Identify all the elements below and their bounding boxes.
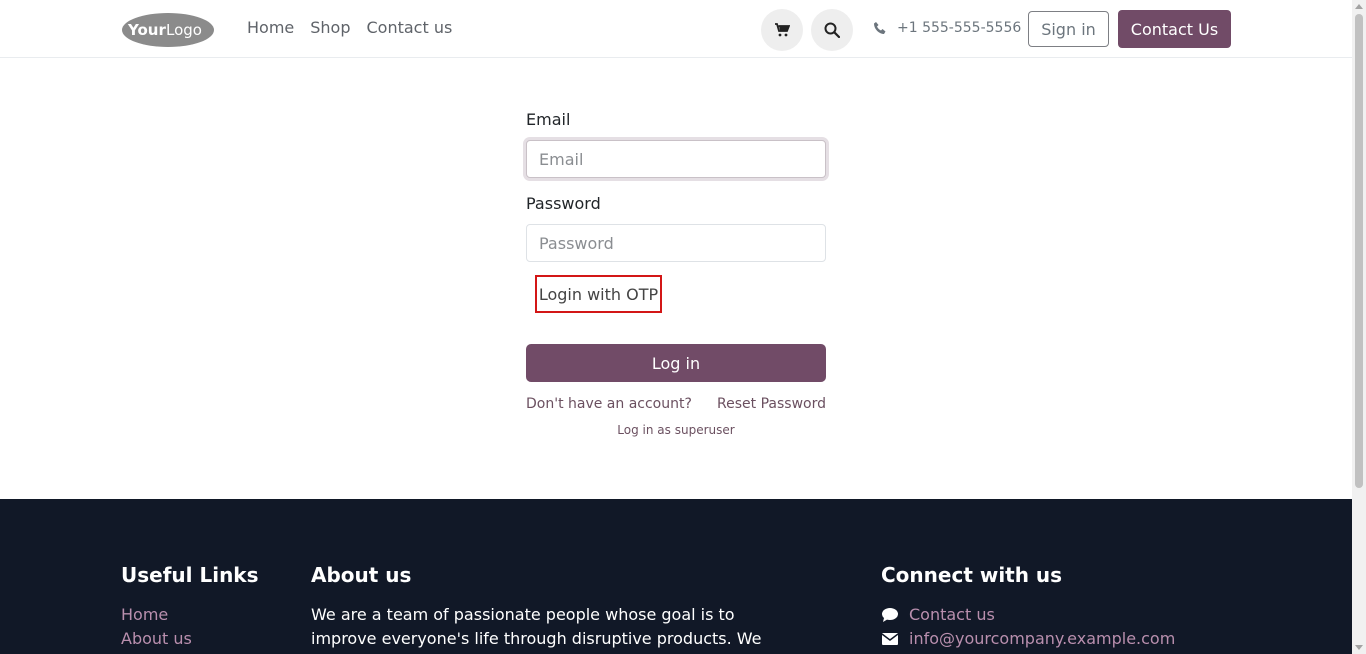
about-us-title: About us bbox=[311, 563, 412, 587]
email-input[interactable] bbox=[526, 140, 826, 178]
footer-link-about-us[interactable]: About us bbox=[121, 627, 259, 651]
login-form: Email Password bbox=[526, 108, 826, 262]
connect-contact-link[interactable]: Contact us bbox=[909, 603, 995, 627]
useful-links-title: Useful Links bbox=[121, 563, 259, 587]
cart-button[interactable] bbox=[761, 9, 803, 51]
connect-email-row[interactable]: info@yourcompany.example.com bbox=[881, 627, 1175, 651]
footer-link-home[interactable]: Home bbox=[121, 603, 259, 627]
log-in-button[interactable]: Log in bbox=[526, 344, 826, 382]
email-label: Email bbox=[526, 110, 571, 129]
useful-links-section: Useful Links Home About us bbox=[121, 563, 259, 651]
cart-icon bbox=[775, 23, 790, 37]
login-with-otp-link[interactable]: Login with OTP bbox=[535, 275, 662, 313]
connect-section: Connect with us Contact us info@yourcomp… bbox=[881, 563, 1175, 651]
phone-icon bbox=[874, 22, 886, 34]
connect-email-link[interactable]: info@yourcompany.example.com bbox=[909, 627, 1175, 651]
logo-text-logo: Logo bbox=[166, 21, 202, 39]
site-footer: Useful Links Home About us About us We a… bbox=[0, 499, 1352, 654]
signup-link[interactable]: Don't have an account? bbox=[526, 396, 692, 412]
about-us-text: We are a team of passionate people whose… bbox=[311, 605, 762, 654]
scroll-down-arrow-icon[interactable] bbox=[1355, 645, 1363, 650]
nav-shop[interactable]: Shop bbox=[310, 18, 350, 37]
company-logo[interactable]: Your Logo bbox=[120, 11, 216, 49]
main-nav: Home Shop Contact us bbox=[247, 18, 452, 37]
logo-text-your: Your bbox=[127, 21, 166, 39]
sign-in-button[interactable]: Sign in bbox=[1028, 11, 1109, 47]
superuser-login-link[interactable]: Log in as superuser bbox=[526, 423, 826, 437]
connect-title: Connect with us bbox=[881, 563, 1063, 587]
scrollbar-thumb[interactable] bbox=[1355, 14, 1363, 488]
phone-number: +1 555-555-5556 bbox=[897, 20, 1022, 36]
search-icon bbox=[824, 22, 840, 38]
account-links: Don't have an account? Reset Password bbox=[526, 396, 826, 412]
page-scrollbar[interactable] bbox=[1352, 0, 1366, 654]
nav-home[interactable]: Home bbox=[247, 18, 294, 37]
scroll-up-arrow-icon[interactable] bbox=[1355, 4, 1363, 9]
chat-bubble-icon bbox=[882, 608, 898, 622]
password-label: Password bbox=[526, 194, 601, 213]
about-us-section: About us We are a team of passionate peo… bbox=[311, 563, 781, 654]
reset-password-link[interactable]: Reset Password bbox=[717, 396, 826, 412]
password-input[interactable] bbox=[526, 224, 826, 262]
nav-contact-us[interactable]: Contact us bbox=[367, 18, 453, 37]
site-header: Your Logo Home Shop Contact us +1 555-55… bbox=[0, 0, 1352, 58]
search-button[interactable] bbox=[811, 9, 853, 51]
connect-contact-row[interactable]: Contact us bbox=[881, 603, 1175, 627]
phone-contact[interactable]: +1 555-555-5556 bbox=[873, 20, 1021, 36]
envelope-icon bbox=[881, 633, 899, 645]
contact-us-button[interactable]: Contact Us bbox=[1118, 10, 1231, 48]
